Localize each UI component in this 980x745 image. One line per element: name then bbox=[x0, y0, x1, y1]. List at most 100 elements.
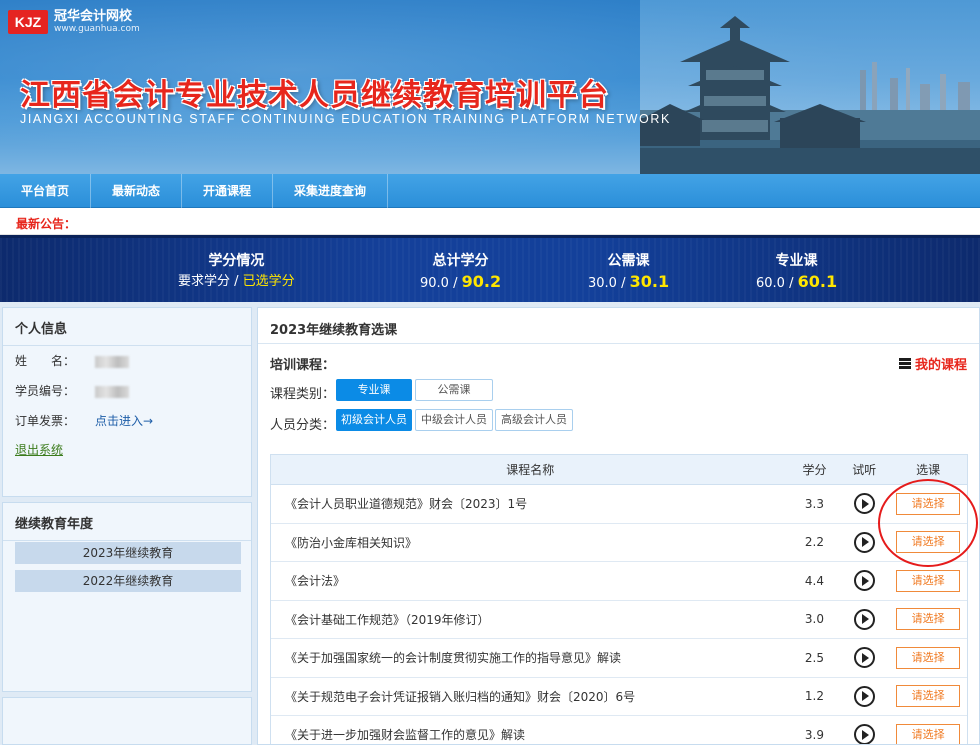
selected-credits-label: 已选学分 bbox=[242, 274, 295, 289]
stat-sep: / bbox=[230, 274, 243, 289]
student-id-row: 学员编号： bbox=[15, 382, 129, 399]
name-row: 姓 名： bbox=[15, 352, 129, 369]
education-year-title: 继续教育年度 bbox=[3, 503, 251, 541]
logout-link[interactable]: 退出系统 bbox=[15, 443, 63, 457]
course-credit: 3.3 bbox=[804, 496, 824, 511]
pavilion-skyline-illustration bbox=[640, 0, 980, 174]
nav-open-course[interactable]: 开通课程 bbox=[182, 174, 274, 208]
table-row: 《会计基础工作规范》（2019年修订） 3.0 请选择 bbox=[271, 601, 967, 639]
nav-progress-query[interactable]: 采集进度查询 bbox=[273, 174, 389, 208]
notice-label: 最新公告： bbox=[16, 217, 77, 231]
site-logo[interactable]: KJZ 冠华会计网校 www.guanhua.com bbox=[8, 8, 140, 36]
public-selected: 30.1 bbox=[629, 272, 670, 291]
staff-senior-chip[interactable]: 高级会计人员 bbox=[495, 409, 573, 431]
col-credit: 学分 bbox=[802, 463, 827, 477]
public-required: 30.0 bbox=[588, 276, 617, 291]
course-name: 《会计法》 bbox=[285, 574, 346, 589]
select-course-button[interactable]: 请选择 bbox=[896, 723, 961, 744]
professional-selected: 60.1 bbox=[797, 272, 838, 291]
main-nav: 平台首页 最新动态 开通课程 采集进度查询 bbox=[0, 174, 980, 208]
table-row: 《会计人员职业道德规范》财会〔2023〕1号 3.3 请选择 bbox=[271, 485, 967, 524]
student-id-label: 学员编号： bbox=[15, 384, 76, 398]
select-course-button[interactable]: 请选择 bbox=[896, 685, 961, 708]
platform-subtitle: JIANGXI ACCOUNTING STAFF CONTINUING EDUC… bbox=[20, 112, 671, 126]
col-select: 选课 bbox=[916, 463, 941, 477]
personal-info-title: 个人信息 bbox=[3, 308, 251, 346]
play-icon[interactable] bbox=[853, 724, 875, 744]
course-credit: 2.2 bbox=[804, 535, 824, 550]
stat-professional-title: 专业课 bbox=[775, 253, 818, 269]
my-courses-label: 我的课程 bbox=[914, 358, 967, 373]
header-banner: KJZ 冠华会计网校 www.guanhua.com 江西省会计专业技术人员继续… bbox=[0, 0, 980, 174]
course-name: 《关于规范电子会计凭证报销入账归档的通知》财会〔2020〕6号 bbox=[285, 689, 636, 704]
course-name: 《关于进一步加强财会监督工作的意见》解读 bbox=[285, 728, 526, 743]
course-table-header: 课程名称 学分 试听 选课 bbox=[271, 455, 967, 485]
staff-intermediate-chip[interactable]: 中级会计人员 bbox=[415, 409, 493, 431]
professional-required: 60.0 bbox=[756, 276, 785, 291]
name-value-redacted bbox=[95, 355, 129, 368]
category-professional-chip[interactable]: 专业课 bbox=[336, 379, 412, 401]
stat-total-title: 总计学分 bbox=[432, 253, 489, 269]
play-icon[interactable] bbox=[853, 647, 875, 669]
table-row: 《关于规范电子会计凭证报销入账归档的通知》财会〔2020〕6号 1.2 请选择 bbox=[271, 678, 967, 716]
list-icon bbox=[898, 358, 911, 369]
select-course-button[interactable]: 请选择 bbox=[896, 569, 961, 592]
logo-name: 冠华会计网校 bbox=[54, 9, 133, 24]
credit-stats-bar: 学分情况 要求学分 / 已选学分 总计学分 90.0 / 90.2 公需课 30… bbox=[0, 235, 980, 302]
select-course-button[interactable]: 请选择 bbox=[896, 531, 961, 554]
course-name: 《会计人员职业道德规范》财会〔2023〕1号 bbox=[285, 497, 528, 512]
nav-home[interactable]: 平台首页 bbox=[0, 174, 92, 208]
required-credits-label: 要求学分 bbox=[178, 274, 231, 289]
stat-total: 总计学分 90.0 / 90.2 bbox=[420, 253, 502, 291]
staff-junior-chip[interactable]: 初级会计人员 bbox=[336, 409, 412, 431]
select-course-button[interactable]: 请选择 bbox=[896, 492, 961, 515]
stat-professional: 专业课 60.0 / 60.1 bbox=[756, 253, 838, 291]
stat-public: 公需课 30.0 / 30.1 bbox=[588, 253, 670, 291]
course-table: 课程名称 学分 试听 选课 《会计人员职业道德规范》财会〔2023〕1号 3.3… bbox=[270, 454, 968, 744]
year-2022-button[interactable]: 2022年继续教育 bbox=[15, 570, 241, 592]
notice-bar: 最新公告： bbox=[0, 208, 980, 235]
year-2023-button[interactable]: 2023年继续教育 bbox=[15, 542, 241, 564]
category-public-chip[interactable]: 公需课 bbox=[415, 379, 493, 401]
training-courses-label: 培训课程： bbox=[270, 358, 336, 373]
table-row: 《防治小金库相关知识》 2.2 请选择 bbox=[271, 524, 967, 562]
stat-public-title: 公需课 bbox=[607, 253, 650, 269]
logo-url: www.guanhua.com bbox=[54, 24, 140, 34]
course-credit: 1.2 bbox=[804, 689, 824, 704]
platform-title: 江西省会计专业技术人员继续教育培训平台 bbox=[20, 78, 609, 113]
course-credit: 4.4 bbox=[804, 573, 824, 588]
invoice-label: 订单发票： bbox=[15, 414, 76, 428]
my-courses-link[interactable]: 我的课程 bbox=[898, 354, 967, 373]
total-required: 90.0 bbox=[420, 276, 449, 291]
total-selected: 90.2 bbox=[461, 272, 502, 291]
name-label: 姓 名： bbox=[15, 354, 76, 368]
select-course-button[interactable]: 请选择 bbox=[896, 608, 961, 631]
course-selection-panel: 2023年继续教育选课 培训课程： 我的课程 课程类别： 专业课 公需课 人员分… bbox=[257, 307, 980, 745]
course-name: 《防治小金库相关知识》 bbox=[285, 535, 418, 550]
col-trial: 试听 bbox=[852, 463, 877, 477]
course-credit: 3.0 bbox=[804, 612, 824, 627]
student-id-redacted bbox=[95, 385, 129, 398]
invoice-link[interactable]: 点击进入→ bbox=[95, 414, 153, 428]
play-icon[interactable] bbox=[853, 493, 875, 515]
course-selection-title: 2023年继续教育选课 bbox=[258, 308, 979, 344]
course-credit: 3.9 bbox=[804, 727, 824, 742]
invoice-row: 订单发票： 点击进入→ bbox=[15, 412, 153, 429]
stat-credits-title: 学分情况 bbox=[208, 253, 265, 269]
play-icon[interactable] bbox=[853, 685, 875, 707]
course-credit: 2.5 bbox=[804, 650, 824, 665]
table-row: 《关于进一步加强财会监督工作的意见》解读 3.9 请选择 bbox=[271, 716, 967, 744]
table-row: 《会计法》 4.4 请选择 bbox=[271, 562, 967, 601]
extra-left-panel bbox=[2, 697, 252, 745]
play-icon[interactable] bbox=[853, 608, 875, 630]
course-name: 《会计基础工作规范》（2019年修订） bbox=[285, 612, 490, 627]
personal-info-panel: 个人信息 姓 名： 学员编号： 订单发票： 点击进入→ 退出系统 bbox=[2, 307, 252, 497]
course-category-label: 课程类别： bbox=[270, 387, 336, 402]
col-course-name: 课程名称 bbox=[506, 463, 555, 477]
stat-credits: 学分情况 要求学分 / 已选学分 bbox=[178, 252, 295, 292]
select-course-button[interactable]: 请选择 bbox=[896, 646, 961, 669]
nav-news[interactable]: 最新动态 bbox=[91, 174, 183, 208]
play-icon[interactable] bbox=[853, 531, 875, 553]
play-icon[interactable] bbox=[853, 570, 875, 592]
staff-type-label: 人员分类： bbox=[270, 418, 336, 433]
